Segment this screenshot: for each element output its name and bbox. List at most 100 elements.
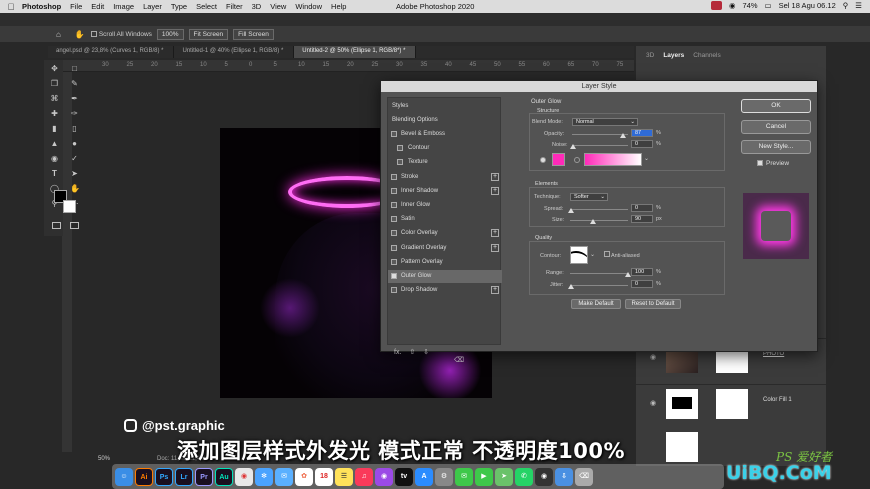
- style-item-color-overlay[interactable]: Color Overlay +: [388, 227, 502, 240]
- trash-icon[interactable]: ⌫: [454, 357, 464, 364]
- tab-angel[interactable]: angel.psd @ 23,8% (Curves 1, RGB/8) *: [48, 46, 175, 58]
- menu-file[interactable]: File: [70, 2, 82, 11]
- home-icon[interactable]: ⌂: [56, 30, 61, 39]
- style-checkbox[interactable]: [391, 173, 397, 180]
- anti-aliased-checkbox[interactable]: [604, 251, 610, 257]
- menu-view[interactable]: View: [270, 2, 286, 11]
- style-item-pattern-overlay[interactable]: Pattern Overlay: [388, 256, 502, 269]
- noise-input[interactable]: 0: [631, 140, 653, 148]
- menu-window[interactable]: Window: [295, 2, 322, 11]
- style-checkbox[interactable]: [391, 273, 397, 279]
- brush-tool-icon[interactable]: ✑: [70, 109, 79, 118]
- whatsapp-icon[interactable]: ✆: [515, 467, 533, 486]
- mail-icon[interactable]: ✉: [275, 467, 293, 486]
- music-icon[interactable]: ♫: [355, 467, 373, 486]
- eyedropper-icon[interactable]: ✒: [70, 94, 79, 103]
- ok-button[interactable]: OK: [741, 99, 811, 113]
- camera-icon[interactable]: ◉: [535, 467, 553, 486]
- clone-stamp-icon[interactable]: ▮: [50, 124, 59, 133]
- style-checkbox[interactable]: [391, 131, 397, 137]
- eye-icon[interactable]: ◉: [650, 399, 656, 407]
- style-checkbox[interactable]: [397, 159, 403, 166]
- add-style-icon[interactable]: +: [491, 229, 499, 238]
- tab-untitled-1[interactable]: Untitled-1 @ 40% (Ellipse 1, RGB/8) *: [174, 46, 295, 58]
- preview-toggle[interactable]: Preview: [757, 160, 789, 167]
- contour-dropdown-icon[interactable]: ⌄: [590, 251, 595, 258]
- lasso-tool-icon[interactable]: ❒: [50, 79, 59, 88]
- style-item-gradient-overlay[interactable]: Gradient Overlay +: [388, 242, 502, 255]
- dock-ps-icon[interactable]: Ps: [155, 467, 173, 486]
- status-zoom[interactable]: 50%: [98, 456, 110, 462]
- fill-screen-button[interactable]: Fill Screen: [233, 28, 274, 40]
- pen-tool-icon[interactable]: ✓: [70, 154, 79, 163]
- menu-app-name[interactable]: Photoshop: [22, 2, 61, 11]
- wifi-icon[interactable]: ◉: [729, 1, 736, 10]
- style-item-texture[interactable]: Texture: [388, 156, 502, 169]
- opacity-knob[interactable]: [620, 133, 626, 138]
- spread-knob[interactable]: [568, 208, 574, 213]
- blend-mode-select[interactable]: Normal ⌄: [572, 118, 638, 126]
- clock[interactable]: Sel 18 Agu 06.12: [779, 1, 836, 10]
- cancel-button[interactable]: Cancel: [741, 120, 811, 134]
- style-item-stroke[interactable]: Stroke +: [388, 171, 502, 184]
- style-checkbox[interactable]: [397, 145, 403, 152]
- eye-icon[interactable]: ◉: [650, 353, 656, 361]
- path-select-icon[interactable]: ➤: [70, 169, 79, 178]
- quick-mask-icon[interactable]: [52, 222, 61, 229]
- add-style-icon[interactable]: +: [491, 243, 499, 252]
- reset-default-button[interactable]: Reset to Default: [625, 299, 681, 309]
- jitter-knob[interactable]: [568, 284, 574, 289]
- menu-edit[interactable]: Edit: [91, 2, 104, 11]
- maps-icon[interactable]: ➤: [495, 467, 513, 486]
- tab-layers[interactable]: Layers: [663, 52, 684, 59]
- range-input[interactable]: 100: [631, 268, 653, 276]
- add-style-icon[interactable]: +: [491, 286, 499, 295]
- move-down-icon[interactable]: ⇩: [423, 349, 429, 356]
- technique-select[interactable]: Softer ⌄: [570, 193, 608, 201]
- add-style-icon[interactable]: +: [491, 172, 499, 181]
- layer-name-fill[interactable]: Color Fill 1: [763, 397, 792, 403]
- scroll-all-checkbox[interactable]: [90, 31, 97, 37]
- search-icon[interactable]: ⚲: [843, 1, 849, 10]
- style-item-bevel-emboss[interactable]: Bevel & Emboss: [388, 128, 502, 141]
- fit-screen-button[interactable]: Fit Screen: [188, 28, 229, 40]
- hand-tool-icon[interactable]: ✋: [75, 30, 85, 39]
- opacity-input[interactable]: 87: [631, 129, 653, 137]
- layer-row-fill[interactable]: ◉ Color Fill 1: [636, 384, 826, 422]
- paint-bucket-icon[interactable]: ▲: [50, 139, 59, 148]
- photos-icon[interactable]: ✿: [295, 467, 313, 486]
- zoom-value[interactable]: 100%: [156, 28, 184, 40]
- background-color-swatch[interactable]: [63, 200, 76, 213]
- battery-icon[interactable]: ▭: [765, 1, 772, 10]
- add-style-icon[interactable]: +: [491, 186, 499, 195]
- tab-3d[interactable]: 3D: [646, 52, 654, 59]
- menu-filter[interactable]: Filter: [226, 2, 243, 11]
- settings-icon[interactable]: ⚙: [435, 467, 453, 486]
- menu-list-icon[interactable]: ☰: [855, 1, 862, 10]
- safari-icon[interactable]: ✻: [255, 467, 273, 486]
- jitter-slider[interactable]: [570, 285, 628, 286]
- dock-pr-icon[interactable]: Pr: [195, 467, 213, 486]
- tab-untitled-2[interactable]: Untitled-2 @ 50% (Ellipse 1, RGB/8*) *: [294, 46, 417, 58]
- eraser-icon[interactable]: ▯: [70, 124, 79, 133]
- style-checkbox[interactable]: [391, 287, 397, 294]
- style-checkbox[interactable]: [391, 244, 397, 251]
- menu-image[interactable]: Image: [113, 2, 134, 11]
- dock-ai-icon[interactable]: Ai: [135, 467, 153, 486]
- podcasts-icon[interactable]: ◉: [375, 467, 393, 486]
- menu-help[interactable]: Help: [331, 2, 346, 11]
- contour-picker[interactable]: [570, 246, 588, 264]
- new-style-button[interactable]: New Style...: [741, 140, 811, 154]
- gradient-radio[interactable]: [574, 157, 580, 163]
- type-tool-icon[interactable]: T: [50, 169, 59, 178]
- quick-select-icon[interactable]: ✎: [70, 79, 79, 88]
- style-checkbox[interactable]: [391, 216, 397, 223]
- app-store-icon[interactable]: A: [415, 467, 433, 486]
- chrome-icon[interactable]: ◉: [235, 467, 253, 486]
- style-item-drop-shadow[interactable]: Drop Shadow +: [388, 284, 502, 297]
- style-checkbox[interactable]: [391, 202, 397, 208]
- menu-3d[interactable]: 3D: [252, 2, 262, 11]
- make-default-button[interactable]: Make Default: [571, 299, 621, 309]
- facetime-icon[interactable]: ▶: [475, 467, 493, 486]
- apple-icon[interactable]: : [0, 2, 22, 12]
